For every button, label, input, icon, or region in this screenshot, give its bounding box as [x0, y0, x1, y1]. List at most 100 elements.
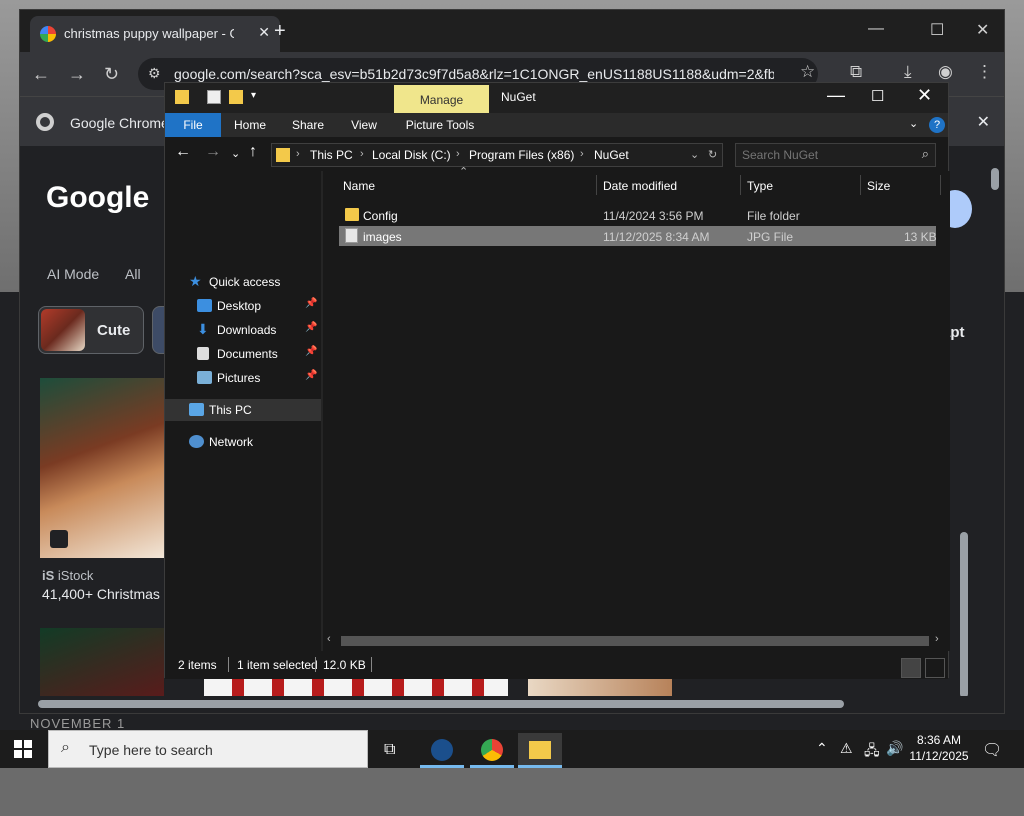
tab-close-icon[interactable]: ✕: [258, 24, 270, 41]
steam-icon[interactable]: [420, 733, 464, 768]
page-scrollbar[interactable]: [986, 146, 1004, 701]
new-folder-icon[interactable]: [229, 90, 243, 104]
maximize-icon[interactable]: ☐: [871, 87, 884, 105]
network-icon[interactable]: 🖧: [864, 740, 880, 764]
scrollbar-thumb[interactable]: [960, 532, 968, 698]
google-logo[interactable]: Google: [46, 181, 149, 215]
reload-icon[interactable]: ↻: [104, 64, 119, 85]
result-image[interactable]: [40, 628, 164, 698]
help-icon[interactable]: ?: [929, 117, 945, 133]
breadcrumb[interactable]: › This PC › Local Disk (C:) › Program Fi…: [271, 143, 723, 167]
search-box[interactable]: ⌕: [735, 143, 936, 167]
large-icons-view-icon[interactable]: [925, 658, 945, 678]
nav-downloads[interactable]: ⬇ Downloads 📌: [165, 319, 321, 341]
tab-view[interactable]: View: [343, 113, 385, 137]
chevron-right-icon[interactable]: ›: [456, 148, 460, 160]
ribbon-tabs: File Home Share View Picture Tools ⌄ ?: [165, 113, 948, 137]
windows-start-icon[interactable]: [14, 740, 32, 758]
table-row[interactable]: Config 11/4/2024 3:56 PM File folder: [339, 205, 936, 225]
recent-locations-icon[interactable]: ⌄: [231, 147, 240, 160]
profile-icon[interactable]: ◉: [938, 62, 953, 82]
lens-icon[interactable]: ⧉: [850, 62, 862, 82]
pin-icon[interactable]: 📌: [305, 346, 317, 357]
chevron-right-icon[interactable]: ›: [296, 148, 300, 160]
volume-icon[interactable]: 🔊: [886, 740, 903, 757]
notifications-icon[interactable]: 🗨: [982, 740, 1002, 760]
column-divider[interactable]: [940, 175, 941, 195]
chevron-up-icon[interactable]: ⌃: [816, 740, 828, 757]
close-window-icon[interactable]: ✕: [917, 85, 932, 106]
crumb-program-files[interactable]: Program Files (x86): [469, 148, 574, 162]
pin-icon[interactable]: 📌: [305, 298, 317, 309]
tab-ai-mode[interactable]: AI Mode: [47, 266, 99, 282]
system-clock[interactable]: 8:36 AM 11/12/2025: [906, 732, 972, 764]
tab-picture-tools[interactable]: Picture Tools: [397, 113, 483, 137]
site-info-icon[interactable]: ⚙: [148, 65, 161, 82]
crumb-this-pc[interactable]: This PC: [310, 148, 353, 162]
nav-pictures[interactable]: Pictures 📌: [165, 367, 321, 389]
new-tab-icon[interactable]: +: [274, 20, 286, 43]
tab-share[interactable]: Share: [285, 113, 331, 137]
crumb-nuget[interactable]: NuGet: [594, 148, 629, 162]
maximize-icon[interactable]: ☐: [930, 20, 944, 40]
task-view-icon[interactable]: ⧉: [370, 733, 414, 768]
result-source[interactable]: iS iStock: [42, 568, 93, 583]
app-tray-icon[interactable]: ⚠: [840, 740, 853, 757]
up-icon[interactable]: ↑: [249, 143, 257, 161]
window-title: NuGet: [501, 90, 536, 104]
nav-desktop[interactable]: Desktop 📌: [165, 295, 321, 317]
scrollbar-thumb[interactable]: [991, 168, 999, 190]
customize-qat-icon[interactable]: ▾: [251, 90, 256, 101]
chevron-down-icon[interactable]: ⌄: [690, 148, 699, 161]
tab-home[interactable]: Home: [227, 113, 273, 137]
result-image[interactable]: [40, 378, 164, 558]
file-explorer-icon[interactable]: [518, 733, 562, 768]
nav-quick-access[interactable]: ★ Quick access: [165, 271, 321, 293]
horizontal-scrollbar[interactable]: [20, 696, 986, 712]
refresh-icon[interactable]: ↻: [708, 148, 717, 161]
pin-icon[interactable]: 📌: [305, 370, 317, 381]
details-view-icon[interactable]: [901, 658, 921, 678]
result-caption[interactable]: 41,400+ Christmas: [42, 586, 160, 602]
manage-context-tab[interactable]: Manage: [394, 85, 489, 113]
properties-icon[interactable]: [207, 90, 221, 104]
close-window-icon[interactable]: ✕: [976, 20, 989, 40]
download-icon[interactable]: ⤓: [904, 62, 912, 82]
nav-this-pc[interactable]: This PC: [165, 399, 321, 421]
scroll-left-icon[interactable]: ‹: [327, 633, 331, 645]
tab-all[interactable]: All: [125, 266, 141, 282]
bookmark-star-icon[interactable]: ☆: [800, 62, 815, 82]
minimize-icon[interactable]: —: [868, 20, 884, 38]
chevron-right-icon[interactable]: ›: [580, 148, 584, 160]
filter-chip-cute[interactable]: Cute: [38, 306, 144, 354]
browser-tab[interactable]: christmas puppy wallpaper - Go ✕: [30, 16, 280, 52]
column-date-modified[interactable]: Date modified: [597, 173, 741, 197]
result-image[interactable]: [528, 676, 672, 698]
tab-file[interactable]: File: [165, 113, 221, 137]
pin-icon[interactable]: 📌: [305, 322, 317, 333]
scrollbar-thumb[interactable]: [38, 700, 844, 708]
scrollbar-thumb[interactable]: [341, 636, 929, 646]
chrome-icon[interactable]: [470, 733, 514, 768]
results-scrollbar[interactable]: [956, 516, 974, 816]
back-icon[interactable]: ←: [175, 143, 191, 161]
search-input[interactable]: [742, 147, 912, 163]
forward-icon[interactable]: →: [205, 143, 221, 161]
back-icon[interactable]: ←: [32, 64, 50, 85]
chevron-right-icon[interactable]: ›: [360, 148, 364, 160]
nav-documents[interactable]: Documents 📌: [165, 343, 321, 365]
taskbar-search[interactable]: ⌕ Type here to search: [48, 730, 368, 768]
horizontal-scrollbar[interactable]: ‹ ›: [323, 633, 950, 649]
column-size[interactable]: Size: [861, 173, 941, 197]
crumb-local-disk[interactable]: Local Disk (C:): [372, 148, 451, 162]
menu-icon[interactable]: ⋮: [976, 62, 993, 82]
result-image[interactable]: [204, 676, 508, 698]
nav-network[interactable]: Network: [165, 431, 321, 453]
expand-ribbon-icon[interactable]: ⌄: [909, 117, 918, 130]
minimize-icon[interactable]: —: [827, 85, 845, 106]
scroll-right-icon[interactable]: ›: [935, 633, 939, 645]
table-row[interactable]: images 11/12/2025 8:34 AM JPG File 13 KB: [339, 226, 937, 246]
forward-icon[interactable]: →: [68, 64, 86, 85]
column-type[interactable]: Type: [741, 173, 861, 197]
infobar-close-icon[interactable]: ✕: [977, 112, 990, 132]
